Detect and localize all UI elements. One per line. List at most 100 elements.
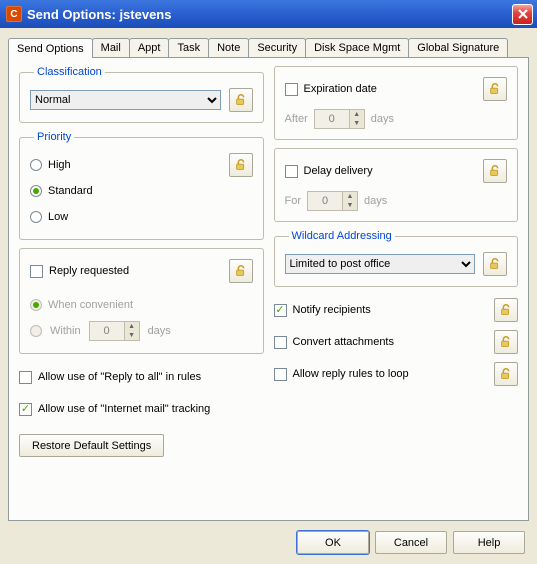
delay-spinner: ▲▼ (307, 191, 358, 211)
convert-attachments-row: Convert attachments (274, 327, 519, 357)
allow-internet-mail-checkbox[interactable]: Allow use of "Internet mail" tracking (19, 403, 210, 416)
expiration-checkbox[interactable]: Expiration date (285, 83, 377, 96)
classification-legend: Classification (34, 66, 105, 78)
radio-label: Standard (48, 185, 93, 197)
delay-delivery-lock-button[interactable] (483, 159, 507, 183)
notify-recipients-checkbox[interactable]: Notify recipients (274, 304, 371, 317)
ok-button[interactable]: OK (297, 531, 369, 554)
tab-pane-send-options: Classification Normal Priority (8, 57, 529, 521)
left-column: Classification Normal Priority (19, 66, 264, 512)
spin-up-icon: ▲ (124, 322, 139, 331)
wildcard-legend: Wildcard Addressing (289, 230, 395, 242)
expiration-lock-button[interactable] (483, 77, 507, 101)
unlock-icon (488, 257, 502, 271)
expiration-panel: Expiration date After ▲▼ days (274, 66, 519, 140)
classification-select[interactable]: Normal (30, 90, 221, 110)
unlock-icon (234, 158, 248, 172)
checkbox-icon (274, 336, 287, 349)
reply-requested-checkbox[interactable]: Reply requested (30, 265, 129, 278)
unlock-icon (234, 264, 248, 278)
allow-internet-mail-row: Allow use of "Internet mail" tracking (19, 394, 264, 424)
unlock-icon (234, 93, 248, 107)
reply-within-input (90, 322, 124, 340)
checkbox-label: Notify recipients (293, 304, 371, 316)
checkbox-icon (285, 83, 298, 96)
priority-high-radio[interactable]: High (30, 153, 229, 177)
tab-label: Appt (138, 42, 161, 54)
days-label: days (148, 325, 171, 337)
priority-group: Priority High Standard Low (19, 131, 264, 240)
checkbox-icon (274, 304, 287, 317)
checkbox-icon (30, 265, 43, 278)
tab-label: Mail (101, 42, 121, 54)
convert-attachments-checkbox[interactable]: Convert attachments (274, 336, 395, 349)
radio-icon (30, 185, 42, 197)
cancel-button[interactable]: Cancel (375, 531, 447, 554)
tab-label: Task (177, 42, 200, 54)
reply-within-spinner: ▲▼ (89, 321, 140, 341)
tab-task[interactable]: Task (168, 38, 209, 57)
radio-icon (30, 211, 42, 223)
button-label: OK (325, 537, 341, 549)
tab-global-signature[interactable]: Global Signature (408, 38, 508, 57)
spin-up-icon: ▲ (349, 110, 364, 119)
convert-attachments-lock-button[interactable] (494, 330, 518, 354)
checkbox-label: Expiration date (304, 83, 377, 95)
checkbox-label: Reply requested (49, 265, 129, 277)
allow-reply-loop-lock-button[interactable] (494, 362, 518, 386)
unlock-icon (499, 335, 513, 349)
right-column: Expiration date After ▲▼ days (274, 66, 519, 512)
tab-label: Send Options (17, 43, 84, 55)
priority-legend: Priority (34, 131, 74, 143)
reply-requested-panel: Reply requested When convenient Within ▲ (19, 248, 264, 354)
checkbox-icon (285, 165, 298, 178)
delay-delivery-checkbox[interactable]: Delay delivery (285, 165, 373, 178)
days-label: days (371, 113, 394, 125)
allow-reply-to-all-checkbox[interactable]: Allow use of "Reply to all" in rules (19, 371, 201, 384)
radio-icon (30, 325, 42, 337)
tab-mail[interactable]: Mail (92, 38, 130, 57)
button-label: Help (478, 537, 501, 549)
unlock-icon (488, 164, 502, 178)
priority-lock-button[interactable] (229, 153, 253, 177)
expiration-input (315, 110, 349, 128)
help-button[interactable]: Help (453, 531, 525, 554)
checkbox-label: Allow reply rules to loop (293, 368, 409, 380)
unlock-icon (499, 303, 513, 317)
spin-up-icon: ▲ (342, 192, 357, 201)
wildcard-lock-button[interactable] (483, 252, 507, 276)
checkbox-icon (274, 368, 287, 381)
tab-note[interactable]: Note (208, 38, 249, 57)
delay-delivery-panel: Delay delivery For ▲▼ days (274, 148, 519, 222)
classification-lock-button[interactable] (229, 88, 253, 112)
tab-label: Global Signature (417, 42, 499, 54)
title-bar: C Send Options: jstevens (0, 0, 537, 28)
unlock-icon (488, 82, 502, 96)
days-label: days (364, 195, 387, 207)
window-title: Send Options: jstevens (27, 7, 512, 22)
tab-send-options[interactable]: Send Options (8, 38, 93, 58)
allow-reply-loop-checkbox[interactable]: Allow reply rules to loop (274, 368, 409, 381)
tabstrip: Send Options Mail Appt Task Note Securit… (8, 36, 529, 57)
spin-down-icon: ▼ (349, 119, 364, 128)
tab-disk-space[interactable]: Disk Space Mgmt (305, 38, 409, 57)
checkbox-label: Delay delivery (304, 165, 373, 177)
priority-standard-radio[interactable]: Standard (30, 179, 229, 203)
priority-low-radio[interactable]: Low (30, 205, 229, 229)
unlock-icon (499, 367, 513, 381)
reply-requested-lock-button[interactable] (229, 259, 253, 283)
tab-label: Note (217, 42, 240, 54)
dialog-buttons: OK Cancel Help (8, 521, 529, 564)
tab-appt[interactable]: Appt (129, 38, 170, 57)
notify-recipients-lock-button[interactable] (494, 298, 518, 322)
restore-defaults-button[interactable]: Restore Default Settings (19, 434, 164, 457)
wildcard-select[interactable]: Limited to post office (285, 254, 476, 274)
radio-label: High (48, 159, 71, 171)
tab-security[interactable]: Security (248, 38, 306, 57)
close-button[interactable] (512, 4, 533, 25)
radio-icon (30, 159, 42, 171)
checkbox-icon (19, 403, 32, 416)
delay-input (308, 192, 342, 210)
classification-group: Classification Normal (19, 66, 264, 123)
checkbox-icon (19, 371, 32, 384)
